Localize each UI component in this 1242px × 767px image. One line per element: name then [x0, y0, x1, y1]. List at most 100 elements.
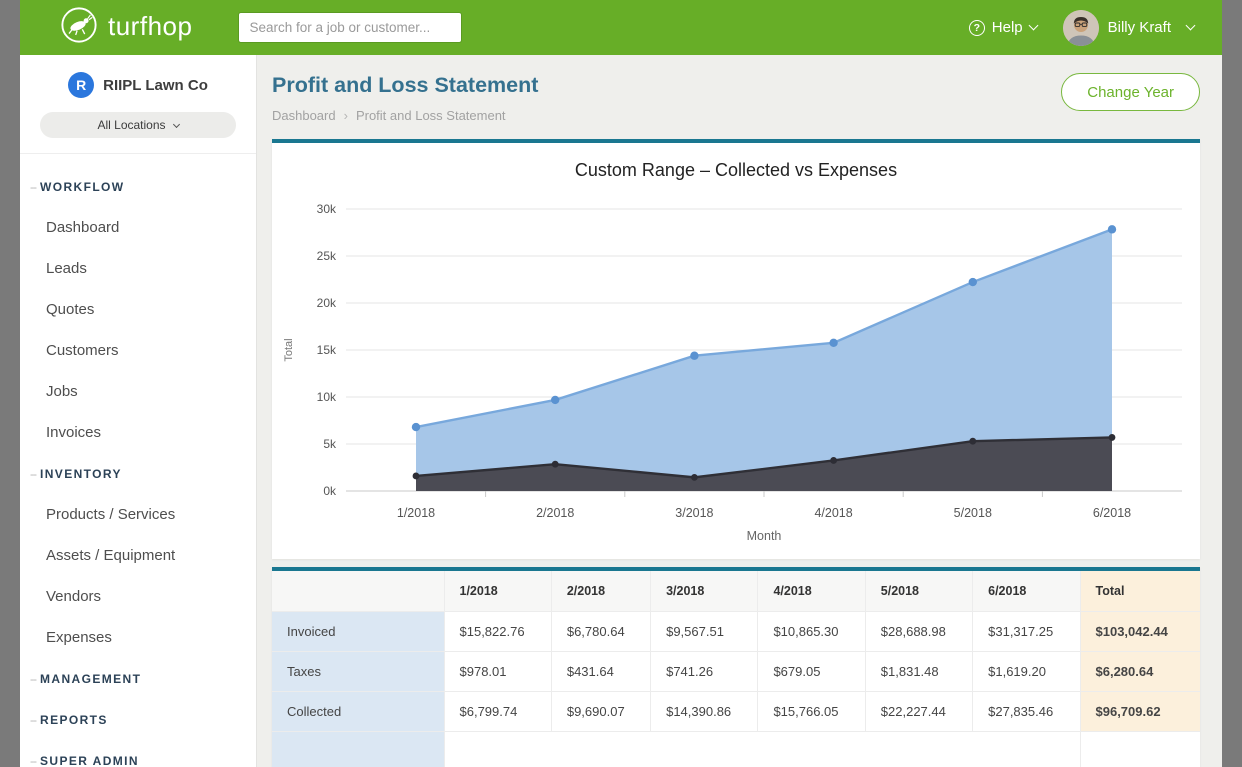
- chart-svg: 0k5k10k15k20k25k30kTotal1/20182/20183/20…: [272, 183, 1200, 555]
- cell: $28,688.98: [865, 611, 972, 651]
- column-header: 4/2018: [758, 571, 865, 611]
- breadcrumb-dashboard[interactable]: Dashboard: [272, 108, 336, 123]
- sidebar-item-products-services[interactable]: Products / Services: [20, 494, 256, 535]
- column-header: 1/2018: [444, 571, 551, 611]
- help-icon: ?: [969, 20, 985, 36]
- row-label: Taxes: [272, 651, 444, 691]
- sidebar-nav: -- WORKFLOW DashboardLeadsQuotesCustomersJ…: [20, 154, 256, 767]
- svg-text:5k: 5k: [323, 437, 337, 451]
- table-row: Collected$6,799.74$9,690.07$14,390.86$15…: [272, 691, 1200, 731]
- chart-point-expenses[interactable]: [969, 438, 976, 445]
- nav-section-label: MANAGEMENT: [40, 672, 141, 686]
- chevron-down-icon: [172, 120, 179, 127]
- cell: $27,835.46: [973, 691, 1080, 731]
- tree-dash-icon: --: [30, 713, 36, 727]
- spacer-cell: [444, 731, 1080, 767]
- sidebar-item-invoices[interactable]: Invoices: [20, 412, 256, 453]
- sidebar: R RIIPL Lawn Co All Locations -- WORKFLOW…: [20, 55, 257, 767]
- cell: $6,780.64: [551, 611, 650, 651]
- sidebar-header: R RIIPL Lawn Co All Locations: [20, 55, 256, 154]
- chart-point-expenses[interactable]: [691, 474, 698, 481]
- sidebar-item-assets-equipment[interactable]: Assets / Equipment: [20, 535, 256, 576]
- row-label: Invoiced: [272, 611, 444, 651]
- brand[interactable]: turfhop: [60, 6, 192, 49]
- column-header: 2/2018: [551, 571, 650, 611]
- column-header: 5/2018: [865, 571, 972, 611]
- table-card: 1/20182/20183/20184/20185/20186/2018Tota…: [272, 567, 1200, 767]
- chart-card: Custom Range – Collected vs Expenses 0k 5…: [272, 139, 1200, 559]
- chart-point-collected[interactable]: [412, 423, 420, 431]
- svg-text:2/2018: 2/2018: [536, 506, 574, 520]
- svg-text:6/2018: 6/2018: [1093, 506, 1131, 520]
- svg-text:0k: 0k: [323, 484, 337, 498]
- cell: $22,227.44: [865, 691, 972, 731]
- help-label: Help: [992, 19, 1023, 36]
- chart-title: Custom Range – Collected vs Expenses: [272, 143, 1200, 181]
- table-header-row: 1/20182/20183/20184/20185/20186/2018Tota…: [272, 571, 1200, 611]
- user-menu[interactable]: Billy Kraft: [1063, 10, 1194, 46]
- turfhop-logo-icon: [60, 6, 98, 49]
- tree-dash-icon: --: [30, 754, 36, 767]
- avatar: [1063, 10, 1099, 46]
- chart-point-collected[interactable]: [690, 352, 698, 360]
- cell: $9,690.07: [551, 691, 650, 731]
- help-menu[interactable]: ? Help: [969, 19, 1037, 36]
- chart-point-expenses[interactable]: [413, 473, 420, 480]
- change-year-button[interactable]: Change Year: [1061, 73, 1200, 111]
- cell: $14,390.86: [651, 691, 758, 731]
- cell: $15,822.76: [444, 611, 551, 651]
- nav-section-management: --MANAGEMENT: [20, 658, 256, 699]
- nav-section-reports: --REPORTS: [20, 699, 256, 740]
- sidebar-item-vendors[interactable]: Vendors: [20, 576, 256, 617]
- company: R RIIPL Lawn Co: [20, 72, 256, 98]
- nav-section-inventory: --INVENTORY: [20, 453, 256, 494]
- chart-point-collected[interactable]: [969, 278, 977, 286]
- table-row: Taxes$978.01$431.64$741.26$679.05$1,831.…: [272, 651, 1200, 691]
- cell: $1,619.20: [973, 651, 1080, 691]
- row-total: $103,042.44: [1080, 611, 1200, 651]
- breadcrumb-separator: ›: [344, 108, 348, 123]
- cell: $6,799.74: [444, 691, 551, 731]
- sidebar-item-quotes[interactable]: Quotes: [20, 289, 256, 330]
- page-header: Profit and Loss Statement Dashboard › Pr…: [272, 73, 1200, 123]
- cell: $978.01: [444, 651, 551, 691]
- svg-text:Total: Total: [283, 338, 295, 361]
- svg-text:10k: 10k: [317, 390, 337, 404]
- svg-text:3/2018: 3/2018: [675, 506, 713, 520]
- column-header: 6/2018: [973, 571, 1080, 611]
- chart-point-collected[interactable]: [551, 396, 559, 404]
- sidebar-item-jobs[interactable]: Jobs: [20, 371, 256, 412]
- sidebar-item-leads[interactable]: Leads: [20, 248, 256, 289]
- cell: $9,567.51: [651, 611, 758, 651]
- column-header: Total: [1080, 571, 1200, 611]
- sidebar-item-customers[interactable]: Customers: [20, 330, 256, 371]
- svg-text:5/2018: 5/2018: [954, 506, 992, 520]
- chart-point-expenses[interactable]: [552, 461, 559, 468]
- sidebar-item-expenses[interactable]: Expenses: [20, 617, 256, 658]
- svg-text:20k: 20k: [317, 296, 337, 310]
- table-row: Invoiced$15,822.76$6,780.64$9,567.51$10,…: [272, 611, 1200, 651]
- svg-text:30k: 30k: [317, 202, 337, 216]
- pl-table: 1/20182/20183/20184/20185/20186/2018Tota…: [272, 571, 1200, 767]
- cell: $10,865.30: [758, 611, 865, 651]
- row-total: $96,709.62: [1080, 691, 1200, 731]
- search-input[interactable]: [238, 12, 462, 43]
- sidebar-item-dashboard[interactable]: Dashboard: [20, 207, 256, 248]
- nav-section-label: INVENTORY: [40, 467, 122, 481]
- cell: $431.64: [551, 651, 650, 691]
- nav-section-label: WORKFLOW: [40, 180, 125, 194]
- breadcrumb-current: Profit and Loss Statement: [356, 108, 506, 123]
- chart-point-collected[interactable]: [829, 339, 837, 347]
- column-header: [272, 571, 444, 611]
- company-name: RIIPL Lawn Co: [103, 77, 208, 94]
- svg-text:Month: Month: [747, 529, 782, 543]
- cell: $31,317.25: [973, 611, 1080, 651]
- chart-point-expenses[interactable]: [830, 457, 837, 464]
- chevron-down-icon: [1028, 21, 1038, 31]
- chart-point-expenses[interactable]: [1109, 434, 1116, 441]
- column-header: 3/2018: [651, 571, 758, 611]
- chart-point-collected[interactable]: [1108, 225, 1116, 233]
- locations-dropdown[interactable]: All Locations: [40, 112, 236, 138]
- cell: $741.26: [651, 651, 758, 691]
- svg-text:4/2018: 4/2018: [814, 506, 852, 520]
